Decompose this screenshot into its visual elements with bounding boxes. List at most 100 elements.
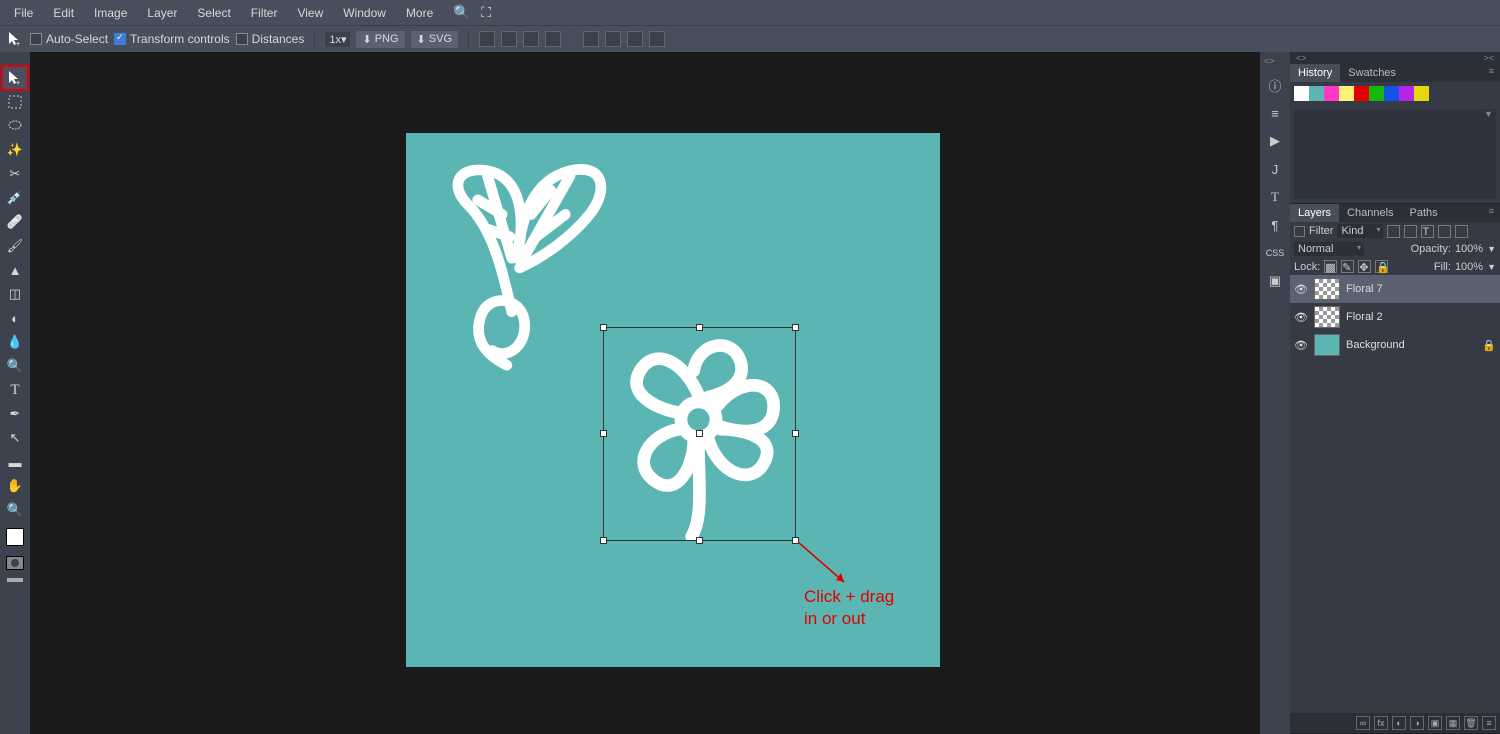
more-icon[interactable]: ≡ — [1482, 716, 1496, 730]
fullscreen-icon[interactable]: ⛶ — [471, 4, 499, 21]
lock-pixels-icon[interactable]: ✎ — [1341, 260, 1354, 273]
swatch[interactable] — [1324, 86, 1339, 101]
filter-kind-select[interactable]: Kind — [1337, 224, 1383, 238]
heal-tool[interactable]: 🩹 — [2, 210, 28, 234]
swatch[interactable] — [1369, 86, 1384, 101]
thumbnail-icon[interactable]: ▣ — [1266, 272, 1284, 290]
brush-tool[interactable]: 🖌 — [2, 234, 28, 258]
menu-layer[interactable]: Layer — [137, 6, 187, 20]
layer-row[interactable]: 👁Floral 2 — [1290, 303, 1500, 331]
visibility-icon[interactable]: 👁 — [1294, 283, 1308, 296]
align-top-icon[interactable] — [545, 31, 561, 47]
tab-channels[interactable]: Channels — [1339, 204, 1401, 222]
menu-more[interactable]: More — [396, 6, 443, 20]
quick-mask-icon[interactable] — [6, 556, 24, 570]
fx-icon[interactable]: fx — [1374, 716, 1388, 730]
folder-icon[interactable]: ▣ — [1428, 716, 1442, 730]
link-layers-icon[interactable]: ∞ — [1356, 716, 1370, 730]
swatch[interactable] — [1354, 86, 1369, 101]
lock-transparency-icon[interactable]: ▩ — [1324, 260, 1337, 273]
swatch[interactable] — [1399, 86, 1414, 101]
align-right-icon[interactable] — [523, 31, 539, 47]
marquee-tool[interactable] — [2, 90, 28, 114]
hand-tool[interactable]: ✋ — [2, 474, 28, 498]
align-center-h-icon[interactable] — [501, 31, 517, 47]
menu-view[interactable]: View — [287, 6, 333, 20]
path-tool[interactable]: ↖ — [2, 426, 28, 450]
collapse-left-icon[interactable]: <> — [1264, 56, 1275, 66]
css-icon[interactable]: CSS — [1266, 244, 1284, 262]
type-tool[interactable]: T — [2, 378, 28, 402]
tab-paths[interactable]: Paths — [1402, 204, 1446, 222]
filter-smart-icon[interactable] — [1455, 225, 1468, 238]
panel-menu-icon[interactable]: ≡ — [1483, 64, 1500, 82]
filter-type-icon[interactable]: T — [1421, 225, 1434, 238]
menu-image[interactable]: Image — [84, 6, 137, 20]
history-scroll-arrow-icon[interactable]: ▼ — [1481, 109, 1496, 129]
fill-value[interactable]: 100% — [1455, 261, 1483, 273]
pen-tool[interactable]: ✒ — [2, 402, 28, 426]
mask-icon[interactable]: ◐ — [1392, 716, 1406, 730]
menu-select[interactable]: Select — [187, 6, 240, 20]
info-icon[interactable]: ⓘ — [1266, 76, 1284, 94]
properties-icon[interactable]: ≡ — [1266, 104, 1284, 122]
zoom-tool[interactable]: 🔍 — [2, 498, 28, 522]
collapse-panels-left-icon[interactable]: <> — [1296, 53, 1307, 63]
dist-center-icon[interactable] — [605, 31, 621, 47]
foreground-color[interactable] — [6, 528, 24, 546]
filter-adjust-icon[interactable] — [1404, 225, 1417, 238]
tab-layers[interactable]: Layers — [1290, 204, 1339, 222]
menu-filter[interactable]: Filter — [241, 6, 288, 20]
filter-checkbox[interactable] — [1294, 226, 1305, 237]
swatch[interactable] — [1294, 86, 1309, 101]
transform-controls-checkbox[interactable]: Transform controls — [114, 32, 230, 46]
crop-tool[interactable]: ✂ — [2, 162, 28, 186]
history-body[interactable]: ▼ — [1294, 109, 1496, 199]
eraser-tool[interactable]: ◫ — [2, 282, 28, 306]
wand-tool[interactable]: ✨ — [2, 138, 28, 162]
swatch[interactable] — [1339, 86, 1354, 101]
swatch[interactable] — [1384, 86, 1399, 101]
character-icon[interactable]: T — [1266, 188, 1284, 206]
paragraph-icon[interactable]: ¶ — [1266, 216, 1284, 234]
filter-pixel-icon[interactable] — [1387, 225, 1400, 238]
dodge-tool[interactable]: 🔍 — [2, 354, 28, 378]
eyedropper-tool[interactable]: 💉 — [2, 186, 28, 210]
visibility-icon[interactable]: 👁 — [1294, 311, 1308, 324]
move-tool[interactable]: + — [2, 66, 28, 90]
blur-tool[interactable]: 💧 — [2, 330, 28, 354]
blend-mode-select[interactable]: Normal — [1294, 242, 1364, 256]
menu-file[interactable]: File — [4, 6, 43, 20]
auto-select-checkbox[interactable]: Auto-Select — [30, 32, 108, 46]
lasso-tool[interactable] — [2, 114, 28, 138]
layer-thumbnail[interactable] — [1314, 306, 1340, 328]
delete-layer-icon[interactable]: 🗑 — [1464, 716, 1478, 730]
search-icon[interactable]: 🔍 — [443, 4, 471, 21]
visibility-icon[interactable]: 👁 — [1294, 339, 1308, 352]
swatch[interactable] — [1309, 86, 1324, 101]
menu-window[interactable]: Window — [333, 6, 396, 20]
lock-all-icon[interactable]: 🔒 — [1375, 260, 1388, 273]
fill-arrow-icon[interactable]: ▼ — [1487, 262, 1496, 272]
screen-mode-icon[interactable] — [7, 578, 23, 582]
dist-more-icon[interactable] — [649, 31, 665, 47]
opacity-value[interactable]: 100% — [1455, 243, 1483, 255]
export-png-button[interactable]: ⬇PNG — [356, 31, 404, 48]
layer-thumbnail[interactable] — [1314, 334, 1340, 356]
panel-menu-icon[interactable]: ≡ — [1483, 204, 1500, 222]
stamp-tool[interactable]: ▲ — [2, 258, 28, 282]
distances-checkbox[interactable]: Distances — [236, 32, 305, 46]
layer-thumbnail[interactable] — [1314, 278, 1340, 300]
actions-icon[interactable]: ▶ — [1266, 132, 1284, 150]
zoom-select[interactable]: 1x▾ — [325, 32, 350, 47]
lock-position-icon[interactable]: ✥ — [1358, 260, 1371, 273]
align-left-icon[interactable] — [479, 31, 495, 47]
tab-history[interactable]: History — [1290, 64, 1340, 82]
filter-shape-icon[interactable] — [1438, 225, 1451, 238]
menu-edit[interactable]: Edit — [43, 6, 84, 20]
brushes-icon[interactable]: J — [1266, 160, 1284, 178]
dist-left-icon[interactable] — [583, 31, 599, 47]
gradient-tool[interactable]: ◐ — [2, 306, 28, 330]
export-svg-button[interactable]: ⬇SVG — [411, 31, 458, 48]
collapse-panels-right-icon[interactable]: >< — [1483, 53, 1494, 63]
